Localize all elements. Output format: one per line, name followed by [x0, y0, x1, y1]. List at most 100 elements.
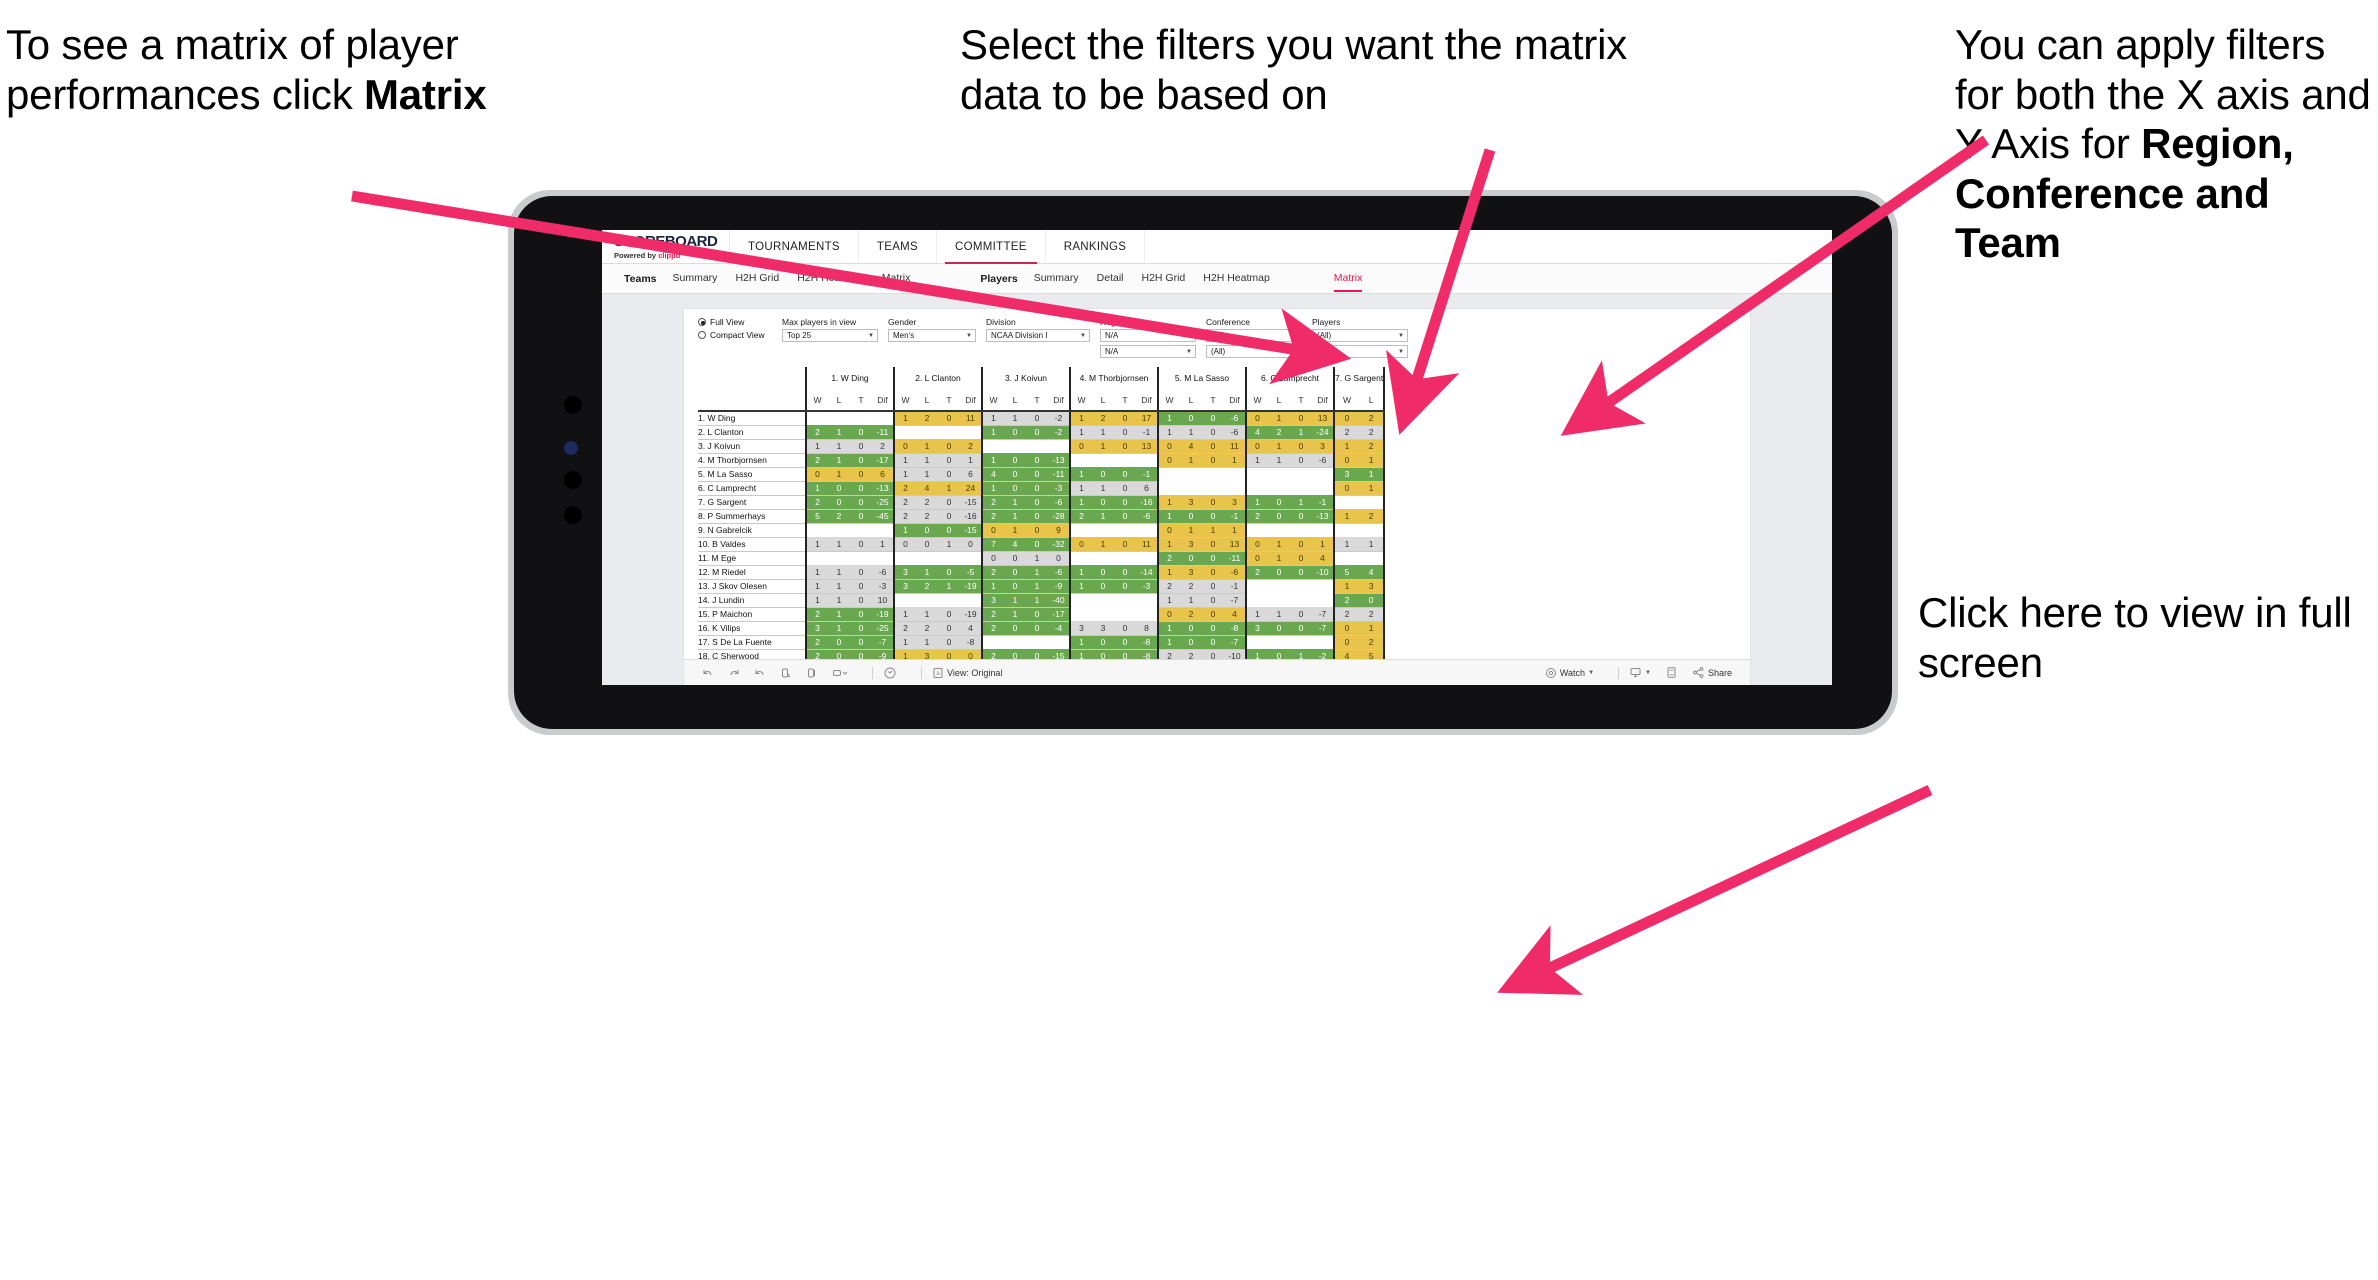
players-tab-matrix[interactable]: Matrix — [1333, 272, 1362, 292]
filter-division-select[interactable]: NCAA Division I ▼ — [986, 329, 1090, 342]
matrix-cell[interactable] — [1245, 635, 1268, 649]
matrix-cell[interactable]: 0 — [1245, 551, 1268, 566]
matrix-cell[interactable]: 2 — [981, 607, 1004, 622]
matrix-cell[interactable]: 0 — [1202, 425, 1224, 440]
matrix-cell[interactable]: 0 — [938, 607, 960, 622]
matrix-cell[interactable]: 4 — [1224, 607, 1246, 622]
matrix-cell[interactable]: 1 — [981, 411, 1004, 426]
matrix-cell[interactable]: 1 — [1157, 593, 1180, 608]
matrix-cell[interactable]: 0 — [1332, 481, 1360, 496]
matrix-cell[interactable]: 2 — [805, 495, 828, 510]
matrix-cell[interactable]: 2 — [828, 509, 850, 524]
matrix-cell[interactable]: 2 — [1268, 425, 1290, 440]
matrix-cell[interactable] — [1332, 495, 1360, 509]
matrix-cell[interactable]: 1 — [1004, 411, 1026, 426]
matrix-cell[interactable]: -3 — [1048, 481, 1070, 496]
matrix-cell[interactable]: -3 — [1136, 579, 1158, 594]
undo-icon[interactable] — [702, 667, 714, 679]
matrix-cell[interactable] — [872, 411, 894, 425]
matrix-cell[interactable]: 1 — [1004, 523, 1026, 538]
matrix-cell[interactable] — [916, 551, 938, 565]
matrix-cell[interactable] — [872, 551, 894, 565]
matrix-cell[interactable]: 2 — [1332, 607, 1360, 622]
fullscreen-button[interactable] — [1665, 666, 1678, 679]
matrix-cell[interactable]: 2 — [805, 607, 828, 622]
matrix-cell[interactable] — [1136, 607, 1158, 621]
matrix-cell[interactable]: 1 — [1332, 579, 1360, 594]
matrix-cell[interactable]: 0 — [1004, 467, 1026, 482]
matrix-cell[interactable]: -8 — [1224, 621, 1246, 636]
matrix-cell[interactable]: 0 — [1202, 453, 1224, 468]
matrix-cell[interactable]: 1 — [981, 453, 1004, 468]
matrix-cell[interactable]: 1 — [1245, 453, 1268, 468]
matrix-cell[interactable]: 1 — [1157, 495, 1180, 510]
matrix-cell[interactable]: 1 — [1180, 523, 1202, 538]
matrix-cell[interactable] — [1114, 523, 1136, 537]
matrix-cell[interactable] — [1136, 453, 1158, 467]
matrix-cell[interactable]: 0 — [1268, 565, 1290, 580]
matrix-cell[interactable]: 1 — [1004, 593, 1026, 608]
matrix-cell[interactable] — [1312, 579, 1334, 593]
matrix-cell[interactable]: 1 — [1224, 453, 1246, 468]
matrix-cell[interactable] — [1359, 495, 1386, 509]
nav-teams[interactable]: TEAMS — [859, 230, 938, 263]
matrix-cell[interactable]: 13 — [1136, 439, 1158, 454]
matrix-cell[interactable]: 1 — [1069, 411, 1092, 426]
matrix-cell[interactable]: 1 — [1359, 481, 1386, 496]
matrix-cell[interactable]: 0 — [1268, 621, 1290, 636]
players-tab-summary[interactable]: Summary — [1034, 272, 1079, 286]
matrix-cell[interactable]: -6 — [1224, 565, 1246, 580]
matrix-cell[interactable]: 0 — [1092, 565, 1114, 580]
matrix-cell[interactable] — [893, 551, 916, 565]
matrix-cell[interactable]: 1 — [916, 467, 938, 482]
matrix-cell[interactable]: 1 — [1268, 439, 1290, 454]
matrix-cell[interactable]: -15 — [960, 523, 982, 538]
matrix-cell[interactable]: 1 — [1157, 411, 1180, 426]
matrix-cell[interactable] — [1048, 635, 1070, 649]
matrix-cell[interactable]: 0 — [1004, 453, 1026, 468]
matrix-cell[interactable]: 0 — [1004, 621, 1026, 636]
matrix-cell[interactable]: 0 — [850, 509, 872, 524]
matrix-cell[interactable] — [1180, 481, 1202, 495]
matrix-cell[interactable]: 2 — [1180, 579, 1202, 594]
matrix-cell[interactable]: 1 — [805, 481, 828, 496]
matrix-cell[interactable] — [1245, 579, 1268, 593]
matrix-cell[interactable]: 11 — [1136, 537, 1158, 552]
matrix-cell[interactable]: 0 — [1026, 607, 1048, 622]
matrix-cell[interactable]: 0 — [1332, 635, 1360, 650]
matrix-cell[interactable]: 0 — [850, 565, 872, 580]
matrix-cell[interactable]: 0 — [1359, 593, 1386, 608]
matrix-cell[interactable]: 1 — [1290, 495, 1312, 510]
matrix-cell[interactable]: 1 — [1004, 509, 1026, 524]
matrix-cell[interactable]: 6 — [960, 467, 982, 482]
matrix-cell[interactable]: 0 — [1114, 439, 1136, 454]
matrix-cell[interactable] — [850, 411, 872, 425]
matrix-cell[interactable]: 0 — [1069, 439, 1092, 454]
matrix-cell[interactable]: 1 — [960, 453, 982, 468]
matrix-cell[interactable]: -6 — [1312, 453, 1334, 468]
matrix-cell[interactable]: 0 — [1004, 551, 1026, 566]
matrix-cell[interactable]: 1 — [1157, 509, 1180, 524]
matrix-cell[interactable]: 4 — [1359, 565, 1386, 580]
matrix-cell[interactable]: 0 — [1026, 453, 1048, 468]
matrix-cell[interactable]: 0 — [1290, 537, 1312, 552]
matrix-cell[interactable] — [1114, 607, 1136, 621]
matrix-cell[interactable] — [1136, 523, 1158, 537]
players-tab-h2h-grid[interactable]: H2H Grid — [1142, 272, 1186, 286]
matrix-cell[interactable]: 2 — [960, 439, 982, 454]
teams-tab-summary[interactable]: Summary — [673, 272, 718, 286]
matrix-cell[interactable]: -7 — [1312, 621, 1334, 636]
matrix-cell[interactable]: 0 — [1114, 481, 1136, 496]
matrix-cell[interactable]: 2 — [893, 481, 916, 496]
matrix-cell[interactable]: 0 — [1180, 551, 1202, 566]
filter-region-y-select[interactable]: N/A ▼ — [1100, 345, 1196, 358]
matrix-cell[interactable]: 2 — [805, 425, 828, 440]
matrix-cell[interactable]: 2 — [1180, 607, 1202, 622]
matrix-cell[interactable]: 0 — [828, 481, 850, 496]
matrix-cell[interactable]: 10 — [872, 593, 894, 608]
matrix-cell[interactable]: 0 — [1202, 537, 1224, 552]
matrix-cell[interactable]: 0 — [1048, 551, 1070, 566]
matrix-cell[interactable]: 6 — [872, 467, 894, 482]
matrix-cell[interactable]: 1 — [805, 593, 828, 608]
matrix-cell[interactable]: 1 — [1069, 425, 1092, 440]
